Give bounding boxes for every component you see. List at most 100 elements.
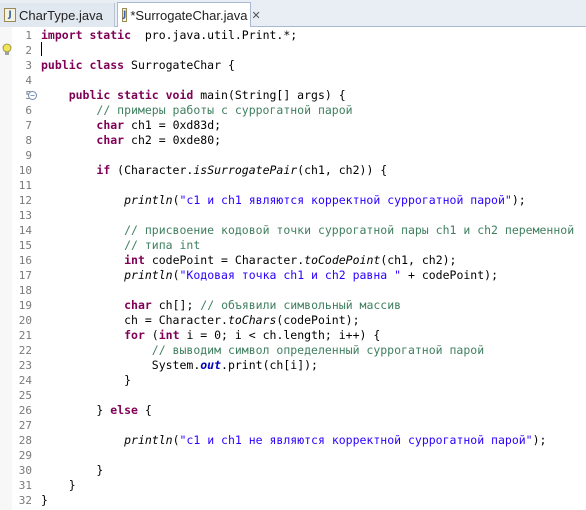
line-number: 30: [18, 464, 32, 477]
code-text: // присвоение кодовой точки суррогатной …: [41, 223, 574, 238]
code-token: }: [41, 478, 76, 492]
code-line[interactable]: 11: [0, 178, 586, 193]
line-number: 3: [25, 59, 32, 72]
line-number: 10: [18, 164, 32, 177]
code-line[interactable]: 30 }: [0, 463, 586, 478]
fold-collapse-icon[interactable]: −: [28, 91, 37, 100]
code-token: int: [124, 253, 145, 267]
code-token: main(String[] args) {: [193, 88, 346, 102]
code-text: // выводим символ определенный суррогатн…: [41, 343, 484, 358]
code-token: System.: [41, 358, 201, 372]
code-token: else: [110, 403, 138, 417]
code-line[interactable]: 13: [0, 208, 586, 223]
code-line[interactable]: 12 println("c1 и ch1 являются корректной…: [0, 193, 586, 208]
line-number: 27: [18, 419, 32, 432]
code-line[interactable]: 5 public static void main(String[] args)…: [0, 88, 586, 103]
code-line[interactable]: 25: [0, 388, 586, 403]
code-line[interactable]: 4: [0, 73, 586, 88]
code-line[interactable]: 2: [0, 43, 586, 58]
code-token: for: [124, 328, 145, 342]
code-token: .print(ch[i]);: [221, 358, 318, 372]
code-line[interactable]: 24 }: [0, 373, 586, 388]
code-line[interactable]: 26 } else {: [0, 403, 586, 418]
code-text: char ch1 = 0xd83d;: [41, 118, 221, 133]
code-line[interactable]: 19 char ch[]; // объявили символьный мас…: [0, 298, 586, 313]
code-line[interactable]: 3 public class SurrogateChar {: [0, 58, 586, 73]
line-number: 9: [25, 149, 32, 162]
line-number: 28: [18, 434, 32, 447]
code-line[interactable]: 7 char ch1 = 0xd83d;: [0, 118, 586, 133]
code-token: println: [124, 193, 173, 207]
tab-chartype[interactable]: J CharType.java: [0, 3, 115, 27]
code-token: [];: [172, 298, 201, 312]
code-token: i = 0; i < ch.length; i++) {: [179, 328, 381, 342]
code-editor[interactable]: 1 import static pro.java.util.Print.*; 2 3 p…: [0, 27, 586, 510]
tab-surrogatechar[interactable]: J *SurrogateChar.java ✕: [117, 2, 261, 27]
code-token: // типа int: [124, 238, 201, 252]
code-text: println("Кодовая точка ch1 и ch2 равна "…: [41, 268, 498, 283]
code-token: public class: [41, 58, 125, 72]
text-cursor: [41, 42, 42, 56]
code-text: public static void main(String[] args) {: [41, 88, 346, 103]
line-number: 32: [18, 494, 32, 507]
code-token: ch1: [131, 118, 152, 132]
code-token: (Character.: [110, 163, 194, 177]
code-line[interactable]: 23 System.out.print(ch[i]);: [0, 358, 586, 373]
java-file-icon: J: [122, 8, 128, 22]
code-line[interactable]: 9: [0, 148, 586, 163]
code-text: }: [41, 373, 131, 388]
code-token: "Кодовая точка ch1 и ch2 равна ": [179, 268, 402, 282]
code-text: // типа int: [41, 238, 200, 253]
tab-label: CharType.java: [19, 7, 103, 23]
code-line[interactable]: 21 for (int i = 0; i < ch.length; i++) {: [0, 328, 586, 343]
code-token: (: [172, 433, 180, 447]
code-text: }: [41, 478, 76, 493]
code-line[interactable]: 1 import static pro.java.util.Print.*;: [0, 28, 586, 43]
code-line[interactable]: 8 char ch2 = 0xde80;: [0, 133, 586, 148]
code-text: public class SurrogateChar {: [41, 58, 235, 73]
close-icon[interactable]: ✕: [251, 9, 260, 22]
code-text: for (int i = 0; i < ch.length; i++) {: [41, 328, 380, 343]
lightbulb-icon[interactable]: [2, 43, 12, 57]
code-line[interactable]: 31 }: [0, 478, 586, 493]
code-token: char: [96, 133, 125, 147]
code-line[interactable]: 20 ch = Character.toChars(codePoint);: [0, 313, 586, 328]
line-number: 23: [18, 359, 32, 372]
code-token: pro.java.util.Print.*;: [131, 28, 298, 42]
code-line[interactable]: 10 if (Character.isSurrogatePair(ch1, ch…: [0, 163, 586, 178]
code-token: }: [41, 403, 111, 417]
code-text: println("c1 и ch1 являются корректной су…: [41, 193, 526, 208]
code-token: );: [511, 193, 526, 207]
code-text: char ch2 = 0xde80;: [41, 133, 221, 148]
code-line[interactable]: 17 println("Кодовая точка ch1 и ch2 равн…: [0, 268, 586, 283]
code-line[interactable]: 14 // присвоение кодовой точки суррогатн…: [0, 223, 586, 238]
code-token: // выводим символ определенный суррогатн…: [151, 343, 485, 357]
code-token: }: [41, 373, 132, 387]
code-line[interactable]: 27: [0, 418, 586, 433]
editor-tab-bar: J CharType.java J *SurrogateChar.java ✕: [0, 0, 586, 27]
code-line[interactable]: 18: [0, 283, 586, 298]
code-line[interactable]: 29: [0, 448, 586, 463]
code-line[interactable]: 15 // типа int: [0, 238, 586, 253]
code-token: ch2: [131, 133, 152, 147]
code-line[interactable]: 6 // примеры работы с суррогатной парой: [0, 103, 586, 118]
code-token: (: [172, 193, 180, 207]
code-line[interactable]: 22 // выводим символ определенный суррог…: [0, 343, 586, 358]
line-number: 18: [18, 284, 32, 297]
line-number: 20: [18, 314, 32, 327]
code-text: println("c1 и ch1 не являются корректной…: [41, 433, 546, 448]
line-number: 7: [25, 119, 32, 132]
code-token: = 0xde80;: [151, 133, 222, 147]
line-number: 21: [18, 329, 32, 342]
code-line[interactable]: 32}: [0, 493, 586, 508]
code-line[interactable]: 16 int codePoint = Character.toCodePoint…: [0, 253, 586, 268]
code-line[interactable]: 28 println("c1 и ch1 не являются коррект…: [0, 433, 586, 448]
code-token: if: [96, 163, 111, 177]
code-text: char ch[]; // объявили символьный массив: [41, 298, 401, 313]
